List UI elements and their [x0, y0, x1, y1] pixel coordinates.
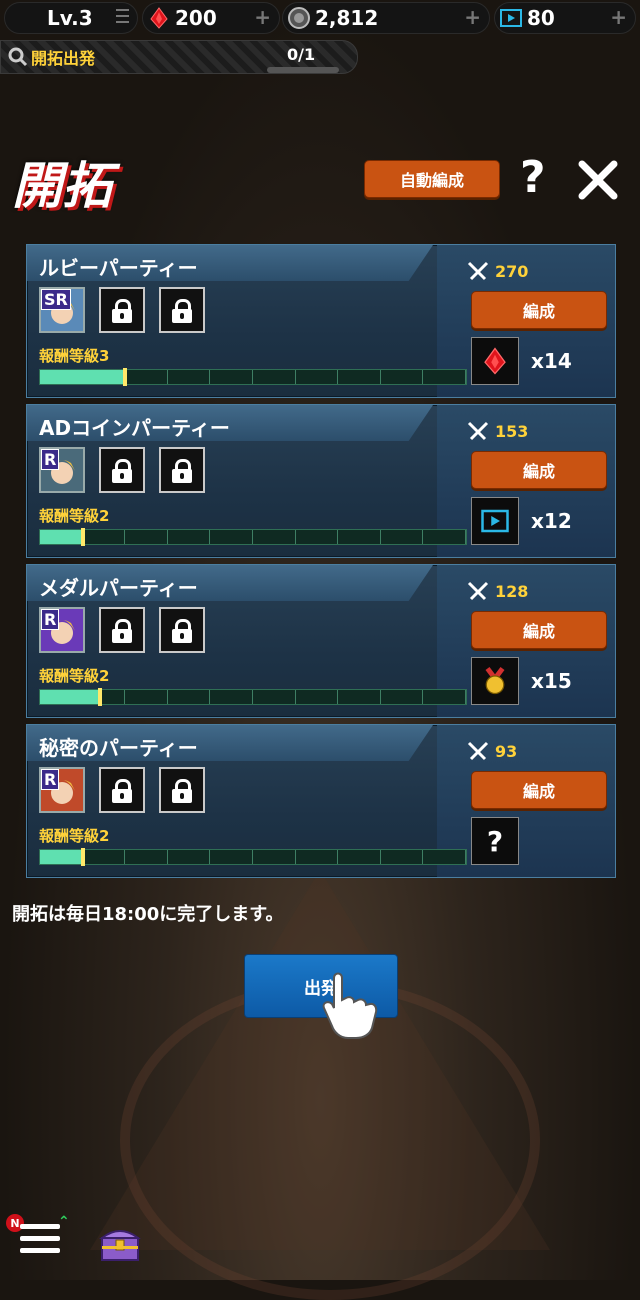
edit-formation-button[interactable]: 編成 [471, 451, 607, 489]
crossed-swords-icon [467, 581, 489, 601]
party-members: R [39, 447, 205, 493]
coin-icon [288, 7, 310, 29]
reward-level-label: 報酬等級2 [39, 507, 110, 525]
main-menu-button[interactable] [20, 1224, 60, 1258]
medal-icon [471, 657, 519, 705]
question-icon: ? [471, 817, 519, 865]
reward-count: x12 [531, 509, 572, 533]
member-slot-locked[interactable] [159, 767, 205, 813]
lock-icon [172, 779, 192, 803]
lock-icon [112, 299, 132, 323]
party-members: R [39, 607, 205, 653]
crossed-swords-icon [467, 261, 489, 281]
mission-label: 開拓出発 [31, 49, 96, 68]
edit-formation-button[interactable]: 編成 [471, 611, 607, 649]
lock-icon [172, 299, 192, 323]
ruby-plus-button[interactable]: + [254, 5, 271, 29]
member-slot-locked[interactable] [99, 767, 145, 813]
party-name: 秘密のパーティー [39, 736, 198, 760]
pointer-hand-icon [322, 972, 378, 1039]
member-slot-character[interactable]: R [39, 607, 85, 653]
reward-count: x14 [531, 349, 572, 373]
edit-formation-button[interactable]: 編成 [471, 291, 607, 329]
close-icon[interactable] [576, 158, 620, 202]
level-up-arrow-icon: ⌃ [58, 1214, 70, 1230]
party-power: 153 [467, 421, 528, 441]
rarity-badge: R [41, 769, 60, 790]
party-name: ルビーパーティー [39, 256, 198, 280]
ruby-count: 200 [175, 6, 217, 30]
lock-icon [172, 459, 192, 483]
crossed-swords-icon [467, 741, 489, 761]
member-slot-locked[interactable] [99, 447, 145, 493]
member-slot-locked[interactable] [99, 607, 145, 653]
lock-icon [112, 779, 132, 803]
coin-count: 2,812 [315, 6, 379, 30]
party-card: ルビーパーティー SR 報酬等級3 270 編成 x14 [26, 244, 616, 398]
party-power: 270 [467, 261, 528, 281]
reward-level-label: 報酬等級2 [39, 827, 110, 845]
power-value: 93 [495, 741, 518, 761]
reward-progress-bar [39, 528, 467, 546]
resource-bar: Lv.3 200 + 2,812 + 80 + [0, 0, 640, 34]
ruby-icon [150, 7, 168, 29]
ticket-count: 80 [527, 6, 555, 30]
reward-progress-bar [39, 688, 467, 706]
coin-pill[interactable]: 2,812 + [282, 2, 490, 34]
member-slot-locked[interactable] [159, 447, 205, 493]
ticket-icon [500, 9, 522, 27]
page-title: 開拓 [12, 157, 112, 215]
treasure-chest-icon[interactable] [98, 1222, 142, 1262]
reward-count: x15 [531, 669, 572, 693]
party-name: メダルパーティー [39, 576, 198, 600]
power-value: 270 [495, 261, 529, 281]
lock-icon [112, 459, 132, 483]
party-power: 93 [467, 741, 517, 761]
party-card: 秘密のパーティー R 報酬等級2 93 編成 ? [26, 724, 616, 878]
lock-icon [112, 619, 132, 643]
member-slot-locked[interactable] [159, 607, 205, 653]
party-members: SR [39, 287, 205, 333]
crossed-swords-icon [467, 421, 489, 441]
level-text: Lv.3 [47, 6, 93, 30]
party-members: R [39, 767, 205, 813]
member-slot-character[interactable]: R [39, 767, 85, 813]
party-card: ADコインパーティー R 報酬等級2 153 編成 x12 [26, 404, 616, 558]
ticket-plus-button[interactable]: + [610, 5, 627, 29]
reward-progress-bar [39, 848, 467, 866]
member-slot-locked[interactable] [159, 287, 205, 333]
lock-icon [172, 619, 192, 643]
auto-formation-button[interactable]: 自動編成 [364, 160, 500, 198]
rarity-badge: R [41, 449, 60, 470]
reward-progress-bar [39, 368, 467, 386]
member-slot-locked[interactable] [99, 287, 145, 333]
mission-bar[interactable]: 開拓出発 0/1 [0, 40, 358, 74]
power-value: 128 [495, 581, 529, 601]
ticket-pill[interactable]: 80 + [494, 2, 636, 34]
coin-plus-button[interactable]: + [464, 5, 481, 29]
reward-level-label: 報酬等級3 [39, 347, 110, 365]
completion-note: 開拓は毎日18:00に完了します。 [12, 904, 284, 925]
party-power: 128 [467, 581, 528, 601]
party-card: メダルパーティー R 報酬等級2 128 編成 x15 [26, 564, 616, 718]
ruby-icon [471, 337, 519, 385]
member-slot-character[interactable]: SR [39, 287, 85, 333]
ruby-pill[interactable]: 200 + [142, 2, 280, 34]
edit-formation-button[interactable]: 編成 [471, 771, 607, 809]
mission-count: 0/1 [287, 45, 316, 64]
rarity-badge: SR [41, 289, 71, 310]
help-button[interactable]: ? [520, 152, 546, 203]
party-name: ADコインパーティー [39, 416, 230, 440]
member-slot-character[interactable]: R [39, 447, 85, 493]
level-pill[interactable]: Lv.3 [4, 2, 138, 34]
mission-progress-bar [267, 67, 339, 73]
reward-level-label: 報酬等級2 [39, 667, 110, 685]
search-icon [8, 47, 28, 67]
ticket-icon [471, 497, 519, 545]
power-value: 153 [495, 421, 529, 441]
rarity-badge: R [41, 609, 60, 630]
menu-lines-icon [116, 9, 129, 27]
